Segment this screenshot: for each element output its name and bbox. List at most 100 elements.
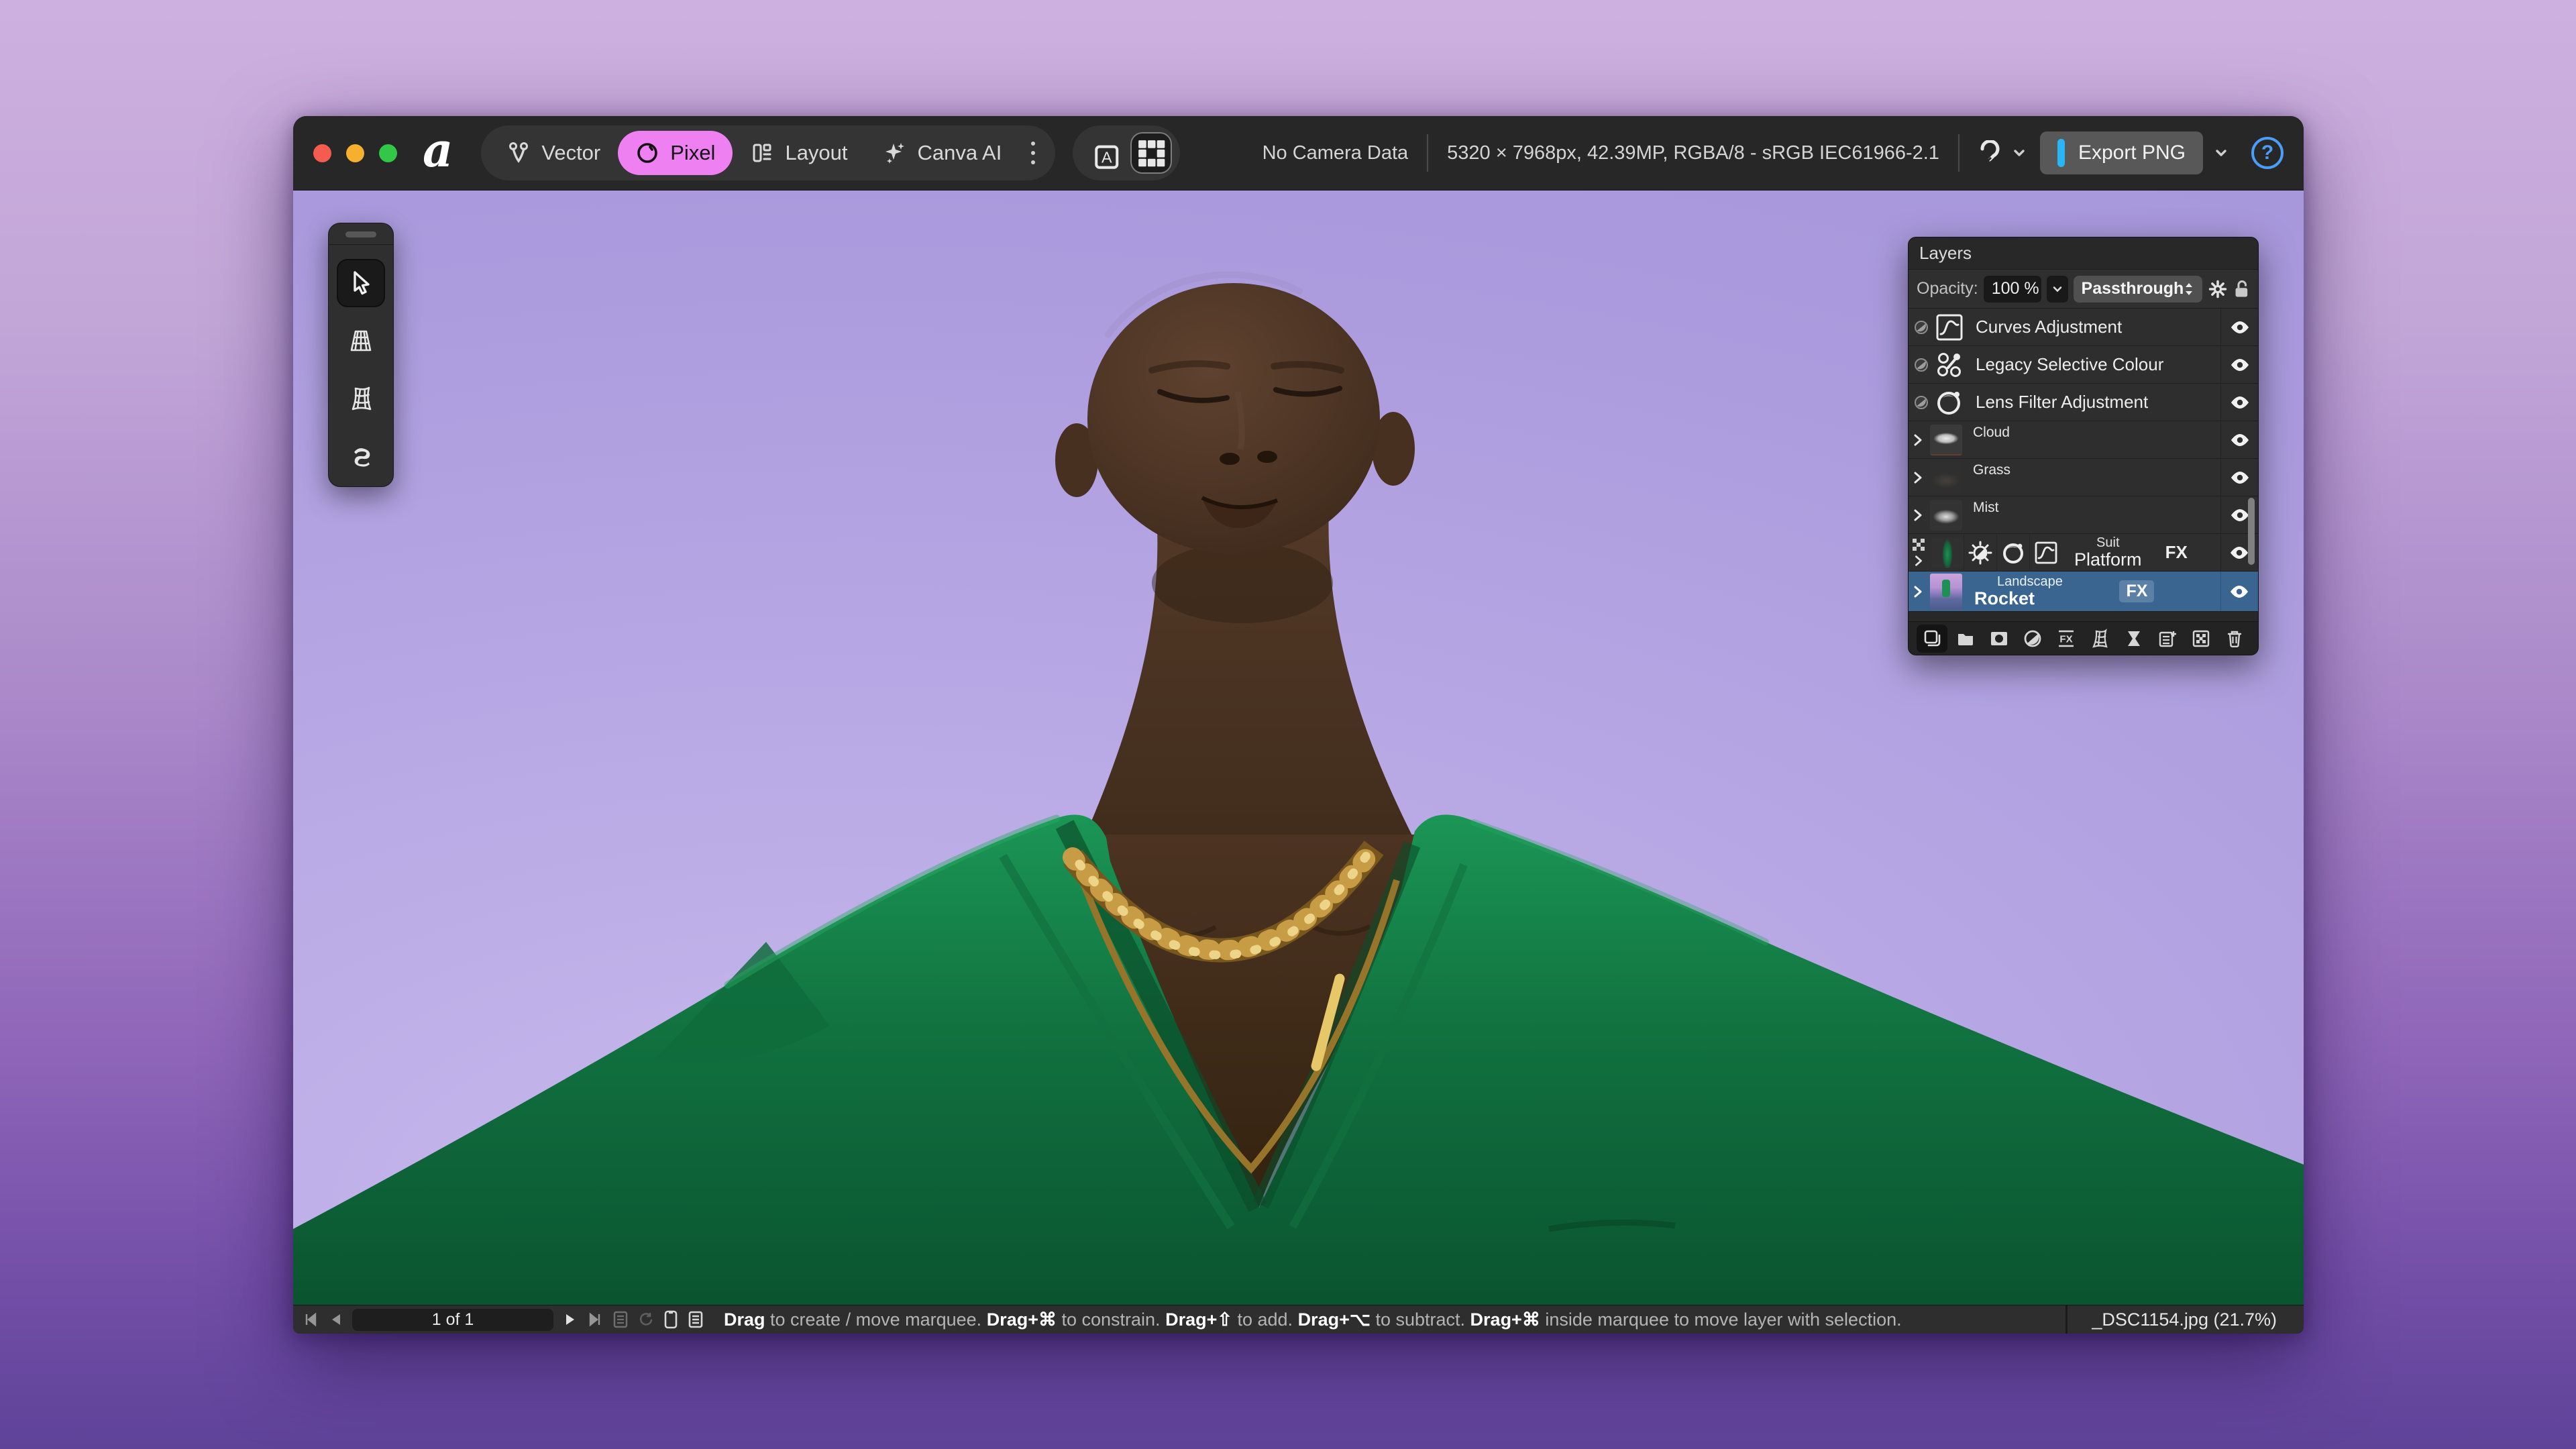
persona-vector[interactable]: Vector	[489, 125, 618, 180]
mesh-warp-tool-button[interactable]	[337, 374, 385, 423]
layer-row-platform[interactable]: Suit Platform FX	[1909, 534, 2258, 572]
fx-badge[interactable]: FX	[2119, 580, 2154, 602]
layer-row-selective-colour[interactable]: Legacy Selective Colour	[1909, 346, 2258, 384]
opacity-input[interactable]: 100 %	[1984, 276, 2041, 303]
toolbar-divider	[1958, 134, 1960, 172]
layer-settings-gear-icon[interactable]	[2208, 278, 2228, 301]
eye-icon	[2230, 508, 2250, 522]
auto-correct-button[interactable]: A	[1081, 132, 1122, 174]
liquify-tool-button[interactable]	[337, 432, 385, 480]
eye-icon	[2230, 471, 2250, 484]
layer-row-lens-filter[interactable]: Lens Filter Adjustment	[1909, 384, 2258, 421]
layer-visibility-toggle[interactable]	[2220, 459, 2258, 496]
layer-row-rocket-selected[interactable]: Landscape Rocket FX	[1909, 572, 2258, 612]
expand-chevron-icon[interactable]	[1913, 508, 1923, 522]
mask-layer-button[interactable]	[1984, 625, 2015, 653]
notes-icon[interactable]	[612, 1311, 629, 1328]
layer-visibility-toggle[interactable]	[2220, 421, 2258, 458]
layer-name-block: Suit Platform	[2074, 536, 2142, 569]
device-preview-icon[interactable]	[663, 1310, 678, 1329]
layer-name: Lens Filter Adjustment	[1976, 392, 2148, 413]
brightness-adjustment-icon[interactable]	[1964, 534, 1996, 572]
grass-layer-thumbnail	[1930, 462, 1962, 493]
mist-layer-thumbnail	[1930, 500, 1962, 531]
blend-mode-select[interactable]: Passthrough	[2074, 276, 2203, 303]
layer-row-cloud[interactable]: Cloud	[1909, 421, 2258, 459]
lens-adjustment-icon[interactable]	[1996, 534, 2029, 572]
help-button[interactable]: ?	[2251, 137, 2284, 169]
document-list-icon[interactable]	[688, 1311, 704, 1328]
persona-layout[interactable]: Layout	[733, 125, 865, 180]
duplicate-layer-button[interactable]	[1917, 625, 1947, 653]
close-window-button[interactable]	[313, 144, 331, 162]
persona-pixel[interactable]: Pixel	[618, 131, 733, 175]
perspective-tool-button[interactable]	[337, 317, 385, 365]
layer-row-grass[interactable]: Grass	[1909, 459, 2258, 496]
chevron-down-icon	[2051, 283, 2063, 295]
live-filter-button[interactable]: FX	[2051, 625, 2082, 653]
layer-visibility-toggle[interactable]	[2220, 572, 2258, 611]
add-layer-button[interactable]	[2152, 625, 2183, 653]
tool-hint-text: Drag to create / move marquee. Drag+⌘ to…	[724, 1309, 1902, 1330]
rocket-layer-thumbnail	[1930, 574, 1962, 610]
adjustment-button[interactable]	[2017, 625, 2048, 653]
layer-visibility-toggle[interactable]	[2220, 346, 2258, 383]
eye-icon	[2229, 546, 2249, 559]
palette-drag-handle[interactable]	[345, 231, 376, 237]
mesh-warp-button[interactable]	[2084, 625, 2115, 653]
layer-visibility-toggle[interactable]	[2220, 309, 2258, 345]
eye-icon	[2230, 321, 2250, 334]
minimize-window-button[interactable]	[346, 144, 364, 162]
layer-row-curves[interactable]: Curves Adjustment	[1909, 309, 2258, 346]
rasterize-button[interactable]	[2186, 625, 2216, 653]
tool-palette	[328, 223, 394, 487]
document-canvas[interactable]: Layers Opacity: 100 % Passthrough	[293, 191, 2304, 1305]
adjustment-badge-icon	[1914, 320, 1929, 335]
persona-canva-ai[interactable]: Canva AI	[865, 125, 1020, 180]
rotate-reset-icon[interactable]	[638, 1311, 654, 1328]
chevron-down-icon	[2012, 146, 2027, 160]
expand-chevron-icon[interactable]	[1913, 433, 1923, 447]
svg-text:A: A	[1102, 149, 1112, 166]
layers-scrollbar[interactable]	[2248, 498, 2255, 565]
layer-list: Curves Adjustment Legacy Selective Colou…	[1909, 309, 2258, 621]
layer-sublabel: Suit	[2096, 536, 2119, 550]
delete-layer-button[interactable]	[2219, 625, 2250, 653]
layer-visibility-toggle[interactable]	[2220, 384, 2258, 421]
snapshot-button[interactable]	[2118, 625, 2149, 653]
last-page-button[interactable]	[587, 1311, 603, 1328]
first-page-button[interactable]	[303, 1311, 319, 1328]
export-options-chevron[interactable]	[2214, 146, 2229, 160]
assistant-control[interactable]	[1978, 140, 2027, 166]
layer-name: Curves Adjustment	[1976, 317, 2122, 337]
grid-view-button[interactable]	[1130, 132, 1172, 174]
export-png-button[interactable]: Export PNG	[2040, 131, 2203, 174]
expand-chevron-icon[interactable]	[1913, 471, 1923, 484]
adjustment-badge-icon	[1914, 358, 1929, 372]
move-tool-button[interactable]	[337, 259, 385, 307]
expand-chevron-icon[interactable]	[1913, 585, 1923, 598]
persona-switcher: Vector Pixel Layout Canva AI	[481, 125, 1055, 180]
fx-label[interactable]: FX	[2165, 542, 2188, 563]
layers-panel-title: Layers	[1909, 237, 2258, 270]
more-personas-button[interactable]	[1019, 142, 1047, 164]
document-filename: _DSC1154.jpg (21.7%)	[2092, 1309, 2277, 1330]
opacity-dropdown-button[interactable]	[2047, 276, 2068, 303]
group-layers-button[interactable]	[1950, 625, 1981, 653]
curves-adjustment-icon[interactable]	[2029, 534, 2062, 572]
expand-chevron-icon[interactable]	[1914, 555, 1923, 567]
layer-row-mist[interactable]: Mist	[1909, 496, 2258, 534]
layer-name: Cloud	[1973, 425, 2010, 441]
page-indicator-field[interactable]: 1 of 1	[352, 1309, 553, 1331]
previous-page-button[interactable]	[328, 1311, 343, 1328]
mask-icon	[1989, 629, 2009, 649]
next-page-button[interactable]	[563, 1311, 578, 1328]
hourglass-icon	[2124, 629, 2144, 649]
persona-vector-label: Vector	[541, 141, 600, 165]
canva-ai-sparkle-icon	[883, 141, 907, 165]
palette-divider	[328, 244, 394, 245]
adjustment-circle-icon	[2023, 629, 2043, 649]
lock-icon[interactable]	[2233, 278, 2250, 300]
zoom-window-button[interactable]	[379, 144, 397, 162]
grid-icon	[1132, 133, 1171, 172]
